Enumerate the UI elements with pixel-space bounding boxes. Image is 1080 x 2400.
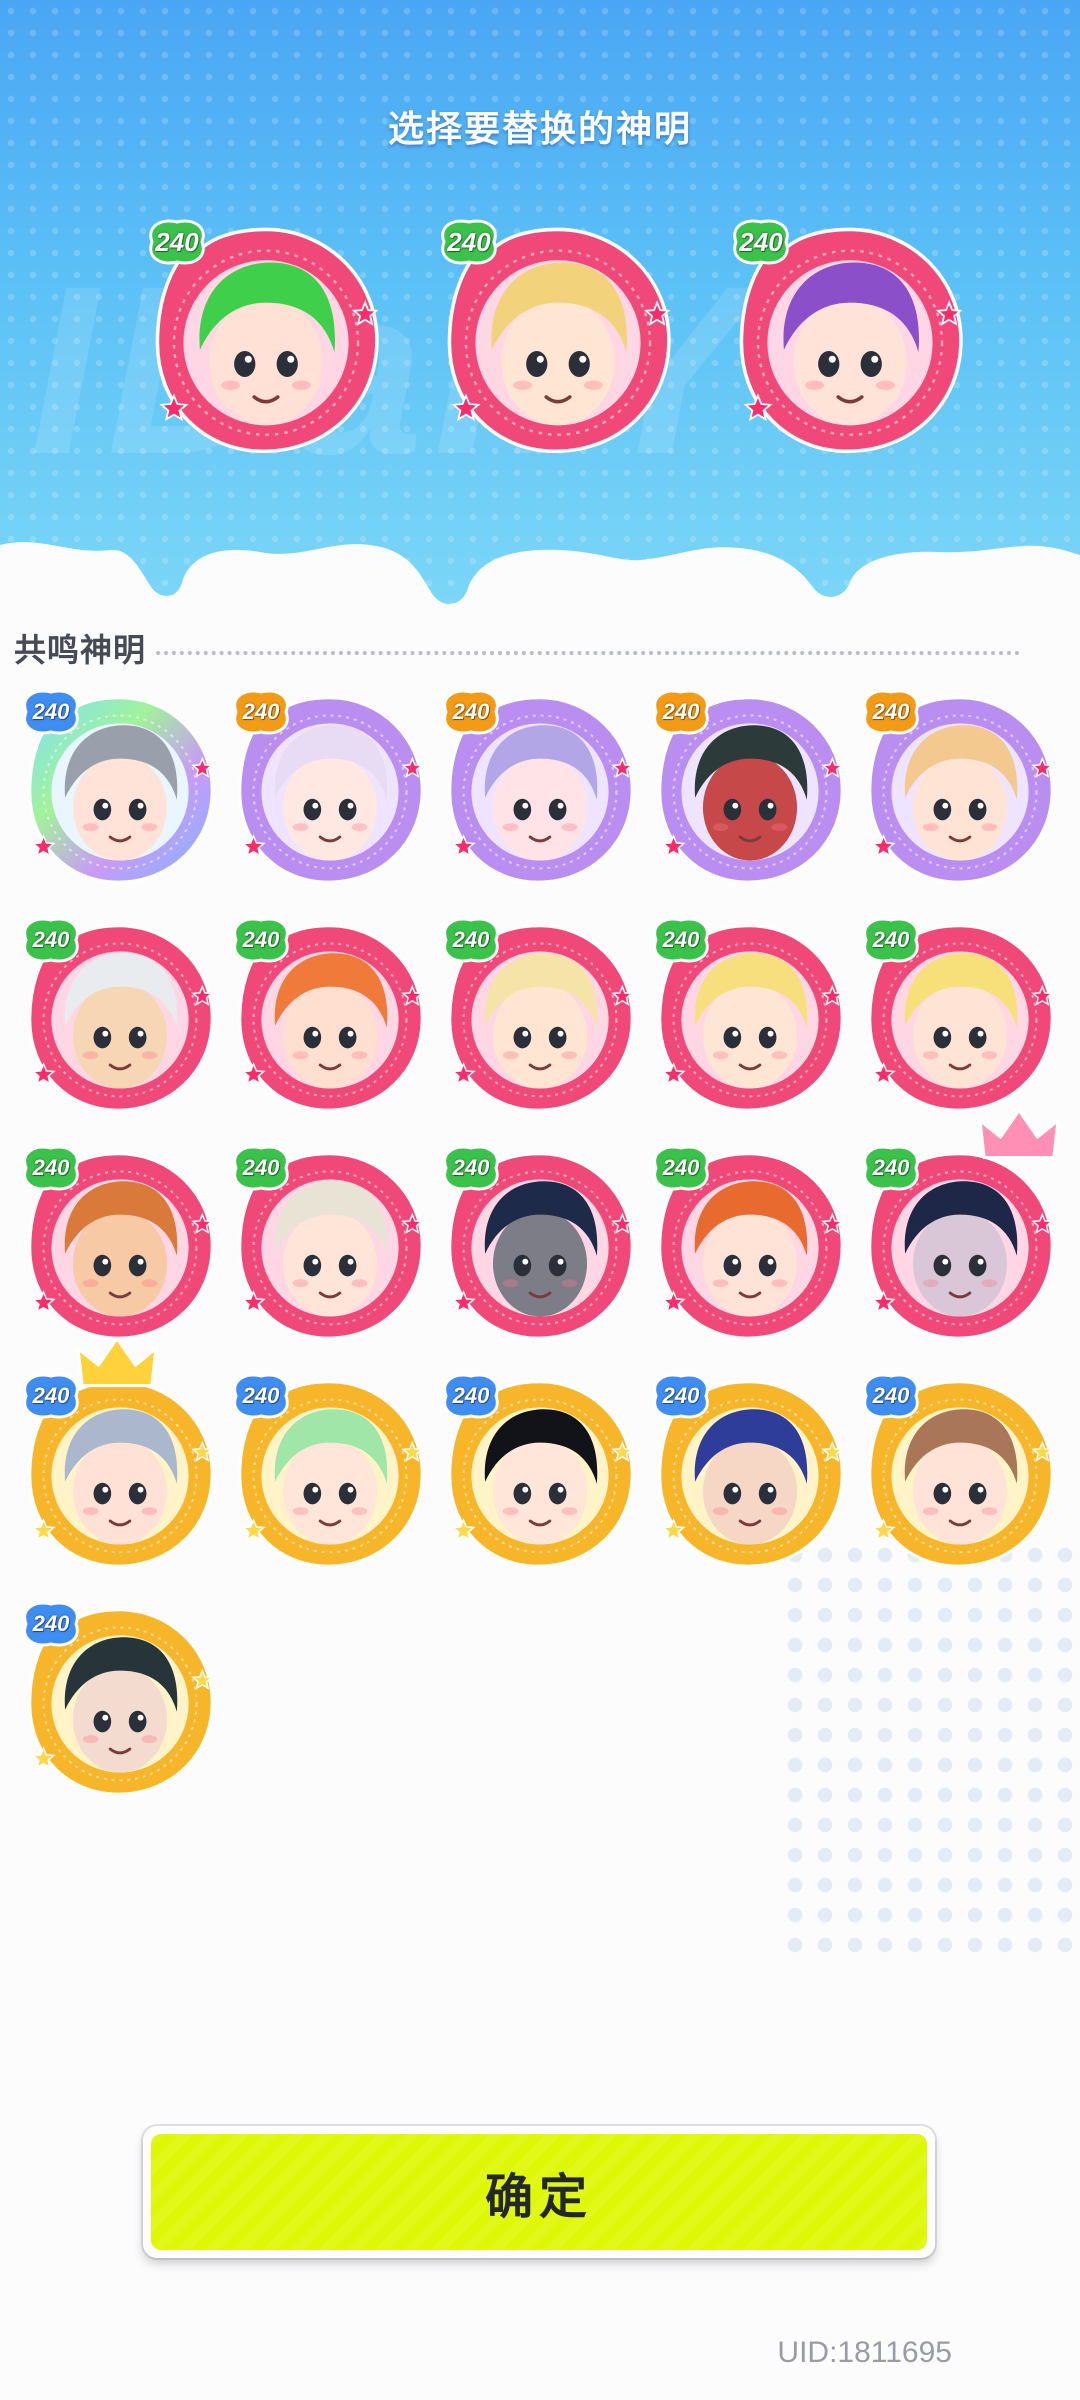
resonance-god-grid: 240 240 240 240 240 240 240 240 240 240 240 240 240 2… [0,689,1080,1830]
level-badge: 240 [18,686,84,738]
drip-divider [0,542,1080,640]
level-badge: 240 [18,1142,84,1194]
resonance-god-card[interactable]: 240 [862,917,1058,1114]
resonance-god-card[interactable]: 240 [232,1145,428,1342]
level-value: 240 [452,699,490,724]
level-badge: 240 [858,1370,924,1422]
level-value: 240 [447,226,491,257]
level-badge: 240 [228,686,294,738]
level-value: 240 [242,1155,280,1180]
selected-god-slot[interactable]: 240 [440,219,676,456]
level-value: 240 [662,1383,700,1408]
page-title: 选择要替换的神明 [387,108,692,149]
resonance-god-card[interactable]: 240 [22,1601,218,1798]
level-value: 240 [452,1155,490,1180]
uid-label: UID:1811695 [777,2336,952,2369]
confirm-button-frame: 确定 [143,2126,935,2258]
level-badge: 240 [18,914,84,966]
level-badge: 240 [728,216,794,268]
resonance-god-card[interactable]: 240 [862,1108,1060,1342]
level-badge: 240 [228,1370,294,1422]
level-badge: 240 [858,914,924,966]
level-value: 240 [242,1383,280,1408]
level-badge: 240 [648,1370,714,1422]
level-badge: 240 [438,686,504,738]
resonance-god-card[interactable]: 240 [442,1373,638,1570]
level-value: 240 [739,226,783,257]
confirm-button-label: 确定 [484,2171,593,2224]
resonance-god-card[interactable]: 240 [232,689,428,886]
level-badge: 240 [858,1142,924,1194]
resonance-god-card[interactable]: 240 [22,1336,218,1570]
level-badge: 240 [438,1370,504,1422]
resonance-god-card[interactable]: 240 [442,689,638,886]
resonance-god-card[interactable]: 240 [22,689,218,886]
level-value: 240 [452,1383,490,1408]
level-value: 240 [242,699,280,724]
level-badge: 240 [438,1142,504,1194]
resonance-god-card[interactable]: 240 [652,1145,848,1342]
level-value: 240 [155,226,199,257]
level-value: 240 [872,927,910,952]
level-value: 240 [32,699,70,724]
resonance-god-card[interactable]: 240 [232,1373,428,1570]
level-badge: 240 [648,914,714,966]
section-title: 共鸣神明 [14,632,147,668]
level-value: 240 [32,927,70,952]
resonance-god-card[interactable]: 240 [862,1373,1058,1570]
level-badge: 240 [144,216,210,268]
level-badge: 240 [228,914,294,966]
level-badge: 240 [648,1142,714,1194]
level-value: 240 [872,1155,910,1180]
level-value: 240 [242,927,280,952]
resonance-god-card[interactable]: 240 [22,1145,218,1342]
level-badge: 240 [648,686,714,738]
level-value: 240 [32,1383,70,1408]
resonance-god-card[interactable]: 240 [442,917,638,1114]
resonance-god-card[interactable]: 240 [652,917,848,1114]
level-badge: 240 [18,1370,84,1422]
resonance-god-card[interactable]: 240 [442,1145,638,1342]
selected-god-slot[interactable]: 240 [732,219,968,456]
level-badge: 240 [858,686,924,738]
level-badge: 240 [228,1142,294,1194]
selected-gods-row: 240 240 240 [140,210,980,470]
resonance-god-card[interactable]: 240 [652,1373,848,1570]
level-value: 240 [32,1155,70,1180]
confirm-button[interactable]: 确定 [151,2134,927,2250]
level-value: 240 [662,1155,700,1180]
crown-icon [978,1108,1060,1160]
level-value: 240 [452,927,490,952]
section-divider [156,651,1020,655]
level-badge: 240 [436,216,502,268]
resonance-god-card[interactable]: 240 [232,917,428,1114]
resonance-god-card[interactable]: 240 [862,689,1058,886]
section-header: 共鸣神明 [14,628,1020,668]
crown-icon [76,1336,158,1388]
level-badge: 240 [18,1598,84,1650]
level-value: 240 [872,1383,910,1408]
resonance-god-card[interactable]: 240 [652,689,848,886]
selected-god-slot[interactable]: 240 [148,219,384,456]
level-value: 240 [662,927,700,952]
level-value: 240 [872,699,910,724]
resonance-god-card[interactable]: 240 [22,917,218,1114]
level-value: 240 [662,699,700,724]
level-badge: 240 [438,914,504,966]
level-value: 240 [32,1611,70,1636]
